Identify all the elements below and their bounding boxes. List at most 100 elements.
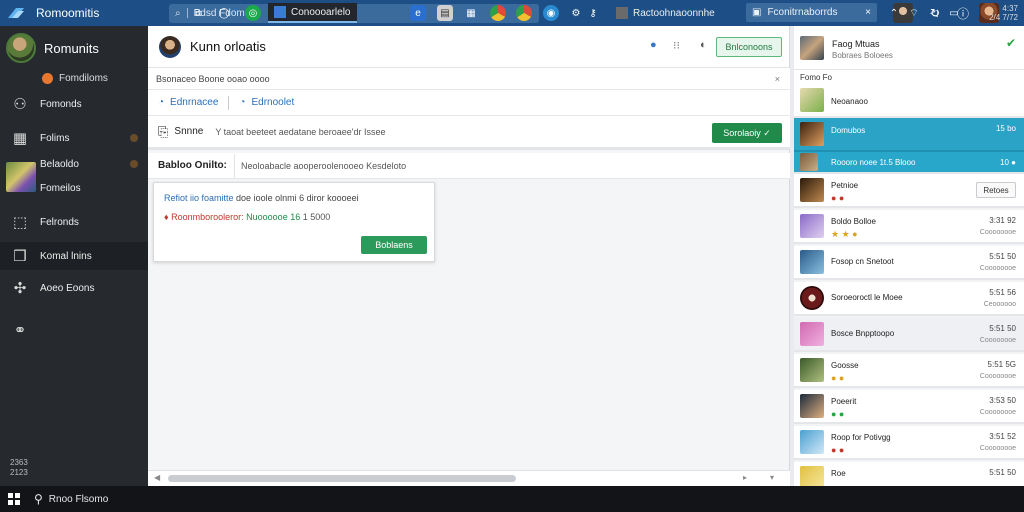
header-action-button[interactable]: Bnlconoons [716, 37, 782, 57]
taskbar-search[interactable]: ⚲ Rnoo Flsomo [34, 492, 194, 506]
sidebar-item-label: Aoeo Eoons [40, 282, 95, 294]
sidebar-item-files[interactable]: Fomeilos [0, 174, 148, 202]
pin-dot-icon [130, 134, 138, 142]
more-icon[interactable]: ⁝⁝ [673, 39, 680, 52]
item-time: 3:31 92 [989, 216, 1016, 225]
scroll-left-icon[interactable]: ◀ [154, 473, 160, 482]
notice-text: Bsonaceo Boone ooao oooo [156, 73, 270, 84]
item-date: Coooooooe [979, 265, 1016, 272]
item-name: Bosce Bnpptoopo [831, 329, 895, 338]
browser-icon[interactable]: ◉ [543, 5, 559, 21]
settings-icon[interactable]: ◐ [700, 39, 707, 51]
item-time: 5:51 50 [989, 468, 1016, 477]
windows-start-icon[interactable] [8, 493, 20, 505]
close-icon[interactable]: × [865, 7, 871, 18]
taskbar-search-text: Rnoo Flsomo [48, 493, 109, 505]
taskbar-clock[interactable]: 4:37 2/4 7/72 [989, 4, 1018, 22]
page-title: Kunn orloatis [190, 39, 266, 54]
list-item[interactable]: Poeerit ● ● 3:53 50 Coooooooe [794, 390, 1024, 424]
item-name: Soroeoroctl le Moee [831, 293, 903, 302]
clock-date: 2/4 7/72 [989, 13, 1018, 22]
item-time: 10 ● [1000, 158, 1016, 167]
item-thumbnail [800, 430, 824, 454]
horizontal-scrollbar[interactable]: ◀ ▸ ▾ [148, 470, 790, 486]
scroll-down-icon[interactable]: ▾ [770, 473, 774, 482]
cube-icon: ❒ [13, 248, 27, 265]
taskbar-app-secondary[interactable]: Ractoohnaoonnhe [610, 3, 721, 23]
sidebar-item-label: Fomonds [40, 98, 82, 110]
item-thumbnail [800, 322, 824, 346]
sidebar-item-people[interactable]: ⚭ [0, 316, 148, 344]
link-primary[interactable]: Ednrnacee [170, 97, 218, 108]
volume-icon[interactable]: ◁ [926, 5, 942, 21]
sidebar-item-cube[interactable]: ❒ Komal lnins [0, 242, 148, 270]
sidebar-sub-label: Fomdiloms [59, 72, 108, 84]
search-icon: ⌕ [175, 7, 181, 19]
list-item[interactable]: Boldo Bolloe ★ ★ ● 3:31 92 Coooooooe [794, 210, 1024, 244]
list-item[interactable]: Neoanaoo [794, 84, 1024, 118]
item-status: ● ● [831, 409, 845, 419]
files-icon[interactable]: ▦ [463, 5, 479, 21]
header-name: Faog Mtuas [832, 39, 880, 49]
checkmark-icon[interactable]: ✔ [1006, 36, 1016, 50]
top-filter-field[interactable]: ▣ Fconitrnaborrds × [746, 3, 877, 22]
card-number: 1 5000 [302, 212, 331, 222]
people-icon: ⚭ [13, 322, 27, 339]
card-link[interactable]: Refiot iio foamitte [164, 193, 234, 203]
chevron-up-icon[interactable]: ⌃ [886, 5, 902, 21]
list-item[interactable]: Fosop cn Snetoot 5:51 50 Coooooooe [794, 246, 1024, 280]
item-action-button[interactable]: Retoes [976, 182, 1016, 198]
chat-icon[interactable]: ◯ [216, 5, 232, 21]
sidebar-item-stats[interactable]: ⚇ Fomonds [0, 90, 148, 118]
sidebar-sub-item[interactable]: Fomdiloms [0, 70, 148, 86]
card-alert-text: Roonmborooleror: [171, 212, 244, 222]
list-item[interactable]: Roooro noee 1t.5 Blooo 10 ● [794, 152, 1024, 174]
list-item[interactable]: Soroeoroctl le Moee 5:51 56 Ceoooooo [794, 282, 1024, 316]
list-item[interactable]: Goosse ● ● 5:51 5G Coooooooe [794, 354, 1024, 388]
key-icon[interactable]: ⚷ [585, 5, 601, 21]
field-label: Babloo Onilto: [158, 160, 227, 171]
item-status: ★ ★ ● [831, 229, 858, 239]
field-input[interactable]: Neoloabacle aooperoolenooeo Kesdeloto [234, 153, 784, 178]
list-item[interactable]: Roop for Potivgg ● ● 3:51 52 Coooooooe [794, 426, 1024, 460]
close-icon[interactable]: × [775, 74, 780, 84]
tools-icon[interactable]: ⚙ [568, 5, 584, 21]
card-action-button[interactable]: Boblaens [361, 236, 427, 254]
bell-icon[interactable]: ● [650, 39, 657, 51]
list-item[interactable]: Bosce Bnpptoopo 5:51 50 Coooooooe [794, 318, 1024, 352]
battery-icon[interactable]: ▭ [946, 5, 962, 21]
item-date: Coooooooe [979, 337, 1016, 344]
spotify-icon[interactable]: ◎ [245, 5, 261, 21]
item-time: 5:51 50 [989, 252, 1016, 261]
list-item[interactable]: Roe 5:51 50 [794, 462, 1024, 486]
section-confirm-button[interactable]: Sorolaoiy ✓ [712, 123, 782, 143]
taskbar-app-browser[interactable]: Conoooarlelo [268, 3, 357, 23]
sidebar-item-boxes[interactable]: ⬚ Felronds [0, 208, 148, 236]
item-time: 15 bo [995, 124, 1016, 133]
right-panel-header: Faog Mtuas Bobraes Boloees ✔ [794, 26, 1024, 70]
task-view-icon[interactable]: ⧉ [190, 5, 206, 21]
puzzle-icon: ✣ [13, 280, 27, 297]
link-separator [228, 95, 230, 110]
avatar [159, 35, 181, 58]
list-item[interactable]: Petnioe ● ● Retoes [794, 174, 1024, 208]
sidebar-item-puzzle[interactable]: ✣ Aoeo Eoons [0, 274, 148, 302]
sidebar-item-folders[interactable]: ▦ Folims [0, 124, 148, 152]
sidebar-user-name: Romunits [44, 40, 99, 56]
sidebar-item-label: Felronds [40, 216, 79, 228]
chrome-icon-2[interactable] [516, 5, 532, 21]
item-name: Neoanaoo [831, 97, 868, 106]
list-item[interactable]: Domubos 15 bo [794, 118, 1024, 152]
network-icon[interactable]: ⌔ [906, 5, 922, 21]
link-secondary[interactable]: Edrnoolet [251, 97, 294, 108]
photos-icon[interactable]: ▤ [437, 5, 453, 21]
edge-icon[interactable]: e [410, 5, 426, 21]
app-window-icon [616, 7, 628, 19]
chrome-icon[interactable] [490, 5, 506, 21]
item-time: 3:53 50 [989, 396, 1016, 405]
item-status: ● ● [831, 445, 845, 455]
right-panel: Faog Mtuas Bobraes Boloees ✔ Fomo Fo Neo… [794, 26, 1024, 486]
scrollbar-thumb[interactable] [168, 475, 516, 482]
sidebar-profile[interactable]: Romunits [0, 26, 148, 70]
scroll-right-icon[interactable]: ▸ [743, 473, 747, 482]
